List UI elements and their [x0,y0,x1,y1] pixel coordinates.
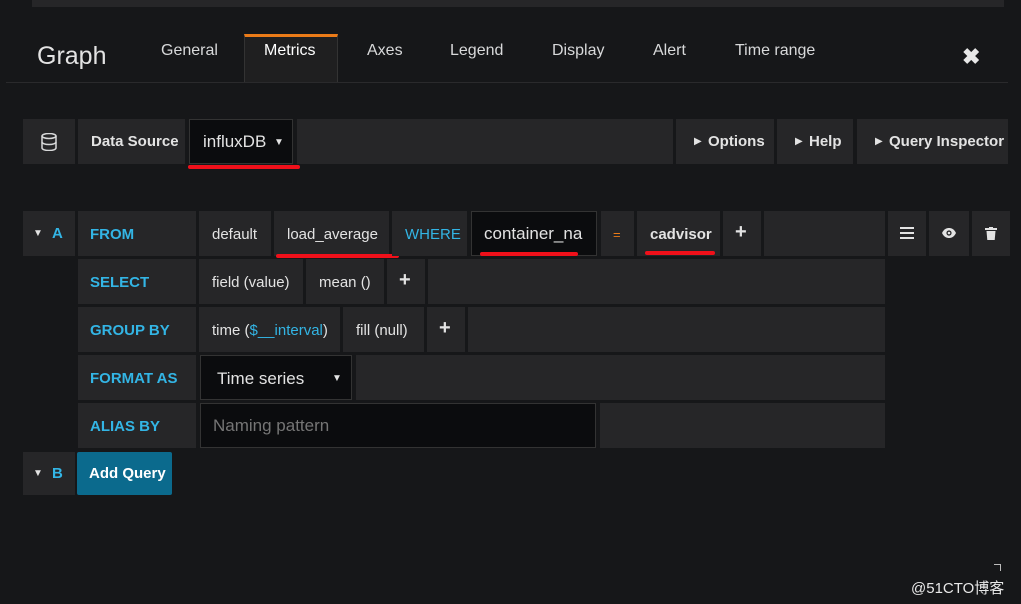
query-a-letter: A [52,225,63,242]
select-label: SELECT [90,274,150,291]
caret-right-icon: ▶ [694,136,702,147]
from-label-box: FROM [78,211,196,256]
chevron-down-icon: ▼ [332,373,342,384]
tab-alert[interactable]: Alert [653,42,686,60]
group-by-time-segment[interactable]: time ($__interval) [199,307,340,352]
resize-handle-icon[interactable] [994,564,1001,571]
select-label-box: SELECT [78,259,196,304]
where-label-box: WHERE [392,211,467,256]
add-where-button[interactable]: + [723,211,761,256]
plus-icon: + [735,221,747,243]
from-label: FROM [90,226,135,243]
alias-by-label: ALIAS BY [90,418,161,435]
add-group-by-button[interactable]: + [427,307,465,352]
datasource-select[interactable]: influxDB ▼ [189,119,293,164]
database-icon [41,133,57,151]
where-value: cadvisor [650,226,712,243]
time-prefix: time ( [212,322,250,339]
options-button[interactable]: ▶ Options [676,119,774,164]
annotation-underline [645,251,715,255]
menu-button[interactable] [888,211,926,256]
help-label: Help [809,133,842,150]
options-label: Options [708,133,765,150]
query-b-letter: B [52,465,63,482]
panel-title: Graph [37,42,107,70]
aggregation-fn: mean () [319,274,371,291]
caret-right-icon: ▶ [795,136,803,147]
add-query-label: Add Query [89,465,166,482]
group-by-label-box: GROUP BY [78,307,196,352]
plus-icon: + [439,317,451,339]
chevron-down-icon: ▼ [274,137,284,148]
where-key: container_na [484,224,583,243]
add-select-button[interactable]: + [387,259,425,304]
watermark: @51CTO博客 [911,580,1005,597]
chevron-down-icon: ▼ [33,468,43,479]
time-suffix: ) [322,322,328,339]
tab-general[interactable]: General [161,42,218,60]
where-value-segment[interactable]: cadvisor [637,211,720,256]
measurement: load_average [287,226,378,243]
alias-by-spacer [600,403,885,448]
group-by-spacer [468,307,885,352]
add-query-button[interactable]: Add Query [77,452,172,495]
select-field: field (value) [212,274,290,291]
tab-time-range[interactable]: Time range [735,42,815,60]
toggle-visibility-button[interactable] [929,211,969,256]
group-by-time: time ($__interval) [212,322,328,339]
format-as-select[interactable]: Time series ▼ [200,355,352,400]
eye-icon [942,228,956,238]
format-as-label: FORMAT AS [90,370,178,387]
alias-by-label-box: ALIAS BY [78,403,196,448]
close-icon[interactable]: ✖ [962,44,980,70]
hamburger-icon [900,227,914,239]
format-as-value: Time series [217,369,305,388]
from-spacer [764,211,885,256]
aggregation-segment[interactable]: mean () [306,259,384,304]
measurement-segment[interactable]: load_average [274,211,389,256]
datasource-label-box: Data Source [78,119,185,164]
database-icon-box [23,119,75,164]
alias-by-input[interactable] [200,403,596,448]
fill-option: fill (null) [356,322,408,339]
operator: = [613,227,621,242]
query-b-toggle[interactable]: ▼ B [23,452,75,495]
tab-axes[interactable]: Axes [367,42,403,60]
delete-query-button[interactable] [972,211,1010,256]
where-key-input[interactable]: container_na [471,211,597,256]
plus-icon: + [399,269,411,291]
query-inspector-label: Query Inspector [889,133,1005,150]
time-variable: $__interval [249,322,323,339]
datasource-spacer [297,119,673,164]
operator-segment[interactable]: = [601,211,634,256]
group-by-label: GROUP BY [90,322,170,339]
select-field-segment[interactable]: field (value) [199,259,303,304]
annotation-underline [188,165,300,169]
select-spacer [428,259,885,304]
caret-right-icon: ▶ [875,136,883,147]
chevron-down-icon: ▼ [33,228,43,239]
retention-policy: default [212,226,258,243]
format-as-spacer [356,355,885,400]
top-panel-strip [32,0,1004,7]
fill-segment[interactable]: fill (null) [343,307,424,352]
datasource-value: influxDB [203,132,267,151]
datasource-label: Data Source [91,133,179,150]
tab-display[interactable]: Display [552,42,604,60]
tab-divider [6,82,1008,83]
annotation-underline [480,252,578,256]
where-label: WHERE [405,226,461,243]
query-a-toggle[interactable]: ▼ A [23,211,75,256]
tab-metrics[interactable]: Metrics [264,42,316,60]
format-as-label-box: FORMAT AS [78,355,196,400]
tab-legend[interactable]: Legend [450,42,503,60]
trash-icon [985,227,997,240]
help-button[interactable]: ▶ Help [777,119,853,164]
annotation-underline [276,254,399,258]
query-inspector-button[interactable]: ▶ Query Inspector [857,119,1008,164]
retention-policy-segment[interactable]: default [199,211,271,256]
